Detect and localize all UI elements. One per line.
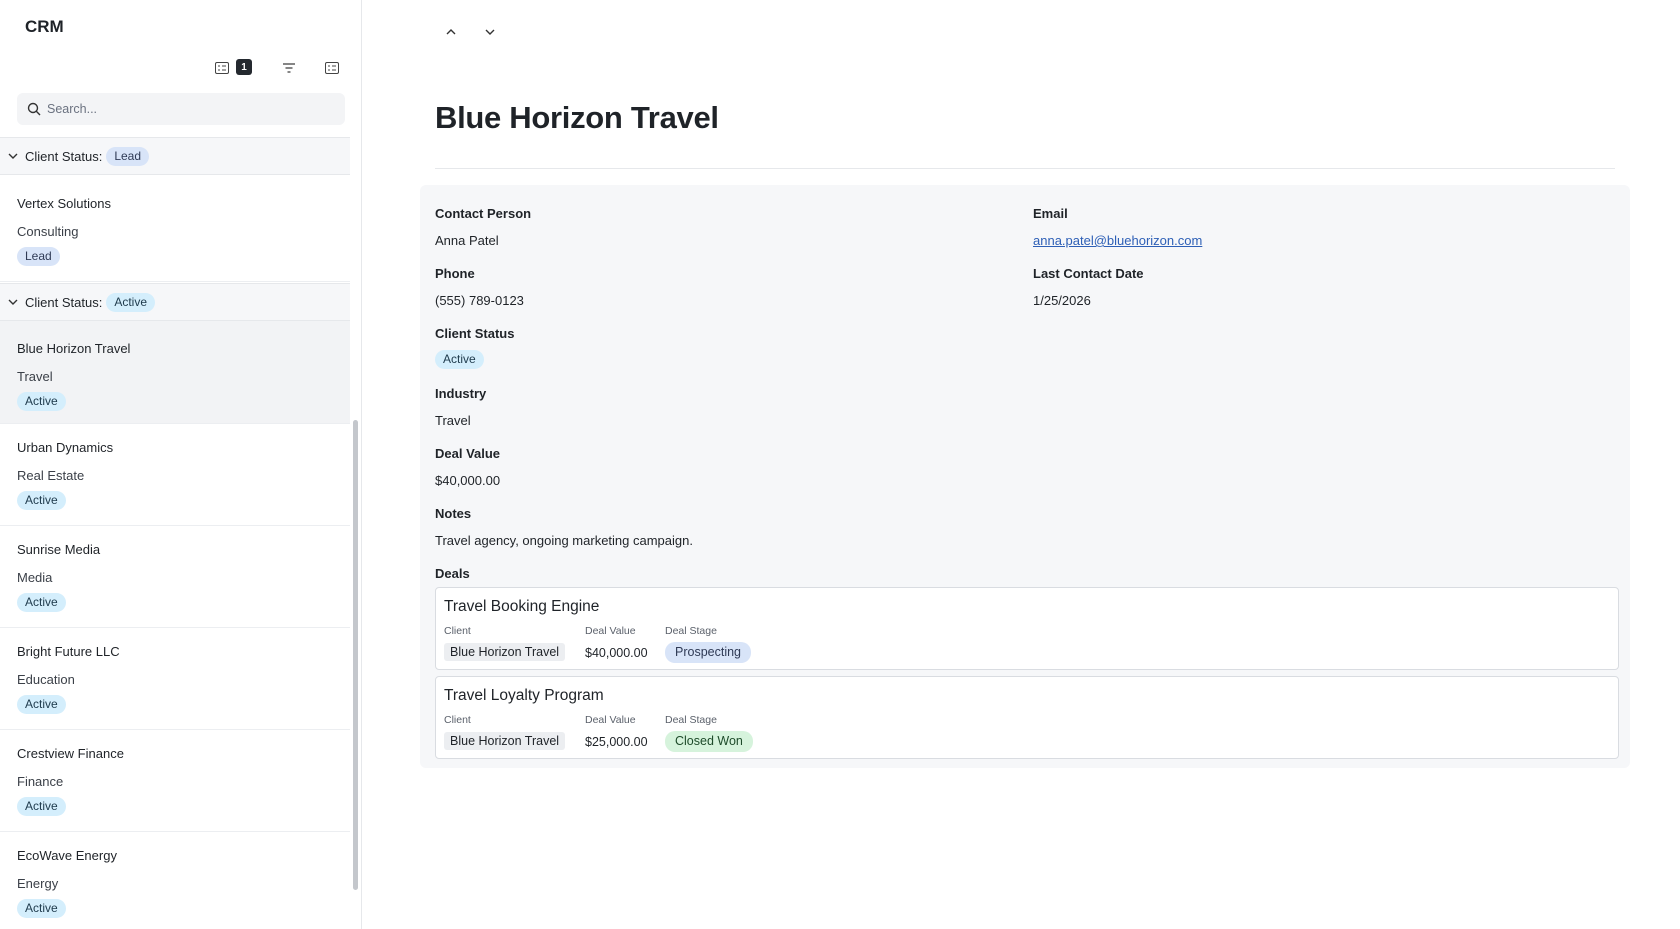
list-item[interactable]: Vertex Solutions Consulting Lead: [0, 180, 350, 282]
deal-card[interactable]: Travel Loyalty Program Client Deal Value…: [435, 676, 1619, 759]
client-industry: Education: [17, 672, 75, 687]
deal-stage-badge: Prospecting: [665, 642, 752, 663]
list-item[interactable]: Sunrise Media Media Active: [0, 526, 350, 628]
deal-client-chip[interactable]: Blue Horizon Travel: [444, 732, 566, 750]
phone-value: (555) 789-0123: [435, 293, 524, 308]
chevron-up-icon: [446, 29, 456, 35]
last-contact-label: Last Contact Date: [1033, 266, 1144, 281]
client-industry: Real Estate: [17, 468, 85, 483]
list-item[interactable]: Crestview Finance Finance Active: [0, 730, 350, 832]
email-label: Email: [1033, 206, 1068, 221]
group-label: Client Status:: [25, 148, 103, 164]
last-contact-value: 1/25/2026: [1033, 293, 1091, 308]
chevron-down-icon: [8, 153, 18, 159]
phone-label: Phone: [435, 266, 475, 281]
title-divider: [435, 168, 1615, 169]
client-name: Sunrise Media: [17, 542, 101, 557]
notes-label: Notes: [435, 506, 472, 521]
status-badge: Active: [17, 695, 66, 714]
previous-record-button[interactable]: [443, 24, 459, 40]
client-industry: Energy: [17, 876, 59, 891]
email-link[interactable]: anna.patel@bluehorizon.com: [1033, 233, 1202, 248]
record-detail: Blue Horizon Travel Contact Person Anna …: [363, 0, 1680, 929]
contact-person-label: Contact Person: [435, 206, 532, 221]
deal-value: $40,000.00: [585, 646, 648, 660]
client-name: Bright Future LLC: [17, 644, 120, 659]
filter-icon[interactable]: [280, 60, 298, 76]
group-label: Client Status:: [25, 294, 103, 310]
group-count-badge: 1: [236, 59, 252, 75]
client-name: EcoWave Energy: [17, 848, 117, 863]
chevron-down-icon: [485, 29, 495, 35]
deal-value: $40,000.00: [435, 473, 501, 488]
sidebar: CRM 1 Client Status: Lead Vertex Solutio…: [0, 0, 362, 929]
industry-label: Industry: [435, 386, 487, 401]
group-header-lead[interactable]: Client Status: Lead: [0, 137, 350, 175]
group-status-badge: Active: [106, 292, 156, 312]
list-item[interactable]: Urban Dynamics Real Estate Active: [0, 424, 350, 526]
contact-person-value: Anna Patel: [435, 233, 499, 248]
deal-value-label: Deal Value: [585, 714, 636, 726]
sidebar-scrollbar[interactable]: [353, 420, 358, 890]
deals-label: Deals: [435, 566, 470, 581]
deal-value: $25,000.00: [585, 735, 648, 749]
deal-client-label: Client: [444, 625, 471, 637]
deal-title: Travel Booking Engine: [444, 598, 600, 615]
group-status-badge: Lead: [106, 146, 150, 166]
deal-value-label: Deal Value: [585, 625, 636, 637]
chevron-down-icon: [8, 299, 18, 305]
client-name: Blue Horizon Travel: [17, 341, 131, 356]
deal-title: Travel Loyalty Program: [444, 687, 604, 704]
deal-client-chip[interactable]: Blue Horizon Travel: [444, 643, 566, 661]
status-badge: Active: [17, 593, 66, 612]
deal-stage-badge: Closed Won: [665, 731, 753, 752]
record-fields-card: Contact Person Anna Patel Email anna.pat…: [420, 185, 1630, 768]
client-industry: Finance: [17, 774, 64, 789]
status-badge: Active: [17, 392, 66, 411]
status-badge: Active: [17, 797, 66, 816]
group-by-icon[interactable]: [213, 60, 231, 76]
deal-card[interactable]: Travel Booking Engine Client Deal Value …: [435, 587, 1619, 670]
deal-client-label: Client: [444, 714, 471, 726]
list-item-selected[interactable]: Blue Horizon Travel Travel Active: [0, 321, 350, 424]
search-box[interactable]: [17, 93, 345, 125]
deal-stage-label: Deal Stage: [665, 714, 717, 726]
client-industry: Travel: [17, 369, 53, 384]
search-input[interactable]: [47, 102, 327, 116]
notes-value: Travel agency, ongoing marketing campaig…: [435, 533, 693, 548]
client-name: Urban Dynamics: [17, 440, 114, 455]
group-header-active[interactable]: Client Status: Active: [0, 283, 350, 321]
list-item[interactable]: EcoWave Energy Energy Active: [0, 832, 350, 929]
crm-app: CRM 1 Client Status: Lead Vertex Solutio…: [0, 0, 1680, 929]
app-title: CRM: [25, 17, 64, 36]
status-badge: Active: [17, 491, 66, 510]
search-icon: [27, 102, 41, 116]
deal-stage-label: Deal Stage: [665, 625, 717, 637]
status-badge: Lead: [17, 247, 60, 266]
client-industry: Consulting: [17, 224, 79, 239]
next-record-button[interactable]: [482, 24, 498, 40]
page-title: Blue Horizon Travel: [435, 100, 719, 135]
client-name: Vertex Solutions: [17, 196, 111, 211]
view-options-icon[interactable]: [323, 60, 341, 76]
status-badge: Active: [17, 899, 66, 918]
industry-value: Travel: [435, 413, 471, 428]
deal-value-label: Deal Value: [435, 446, 501, 461]
client-industry: Media: [17, 570, 53, 585]
status-badge: Active: [435, 350, 484, 369]
client-name: Crestview Finance: [17, 746, 124, 761]
list-item[interactable]: Bright Future LLC Education Active: [0, 628, 350, 730]
client-status-label: Client Status: [435, 326, 515, 341]
